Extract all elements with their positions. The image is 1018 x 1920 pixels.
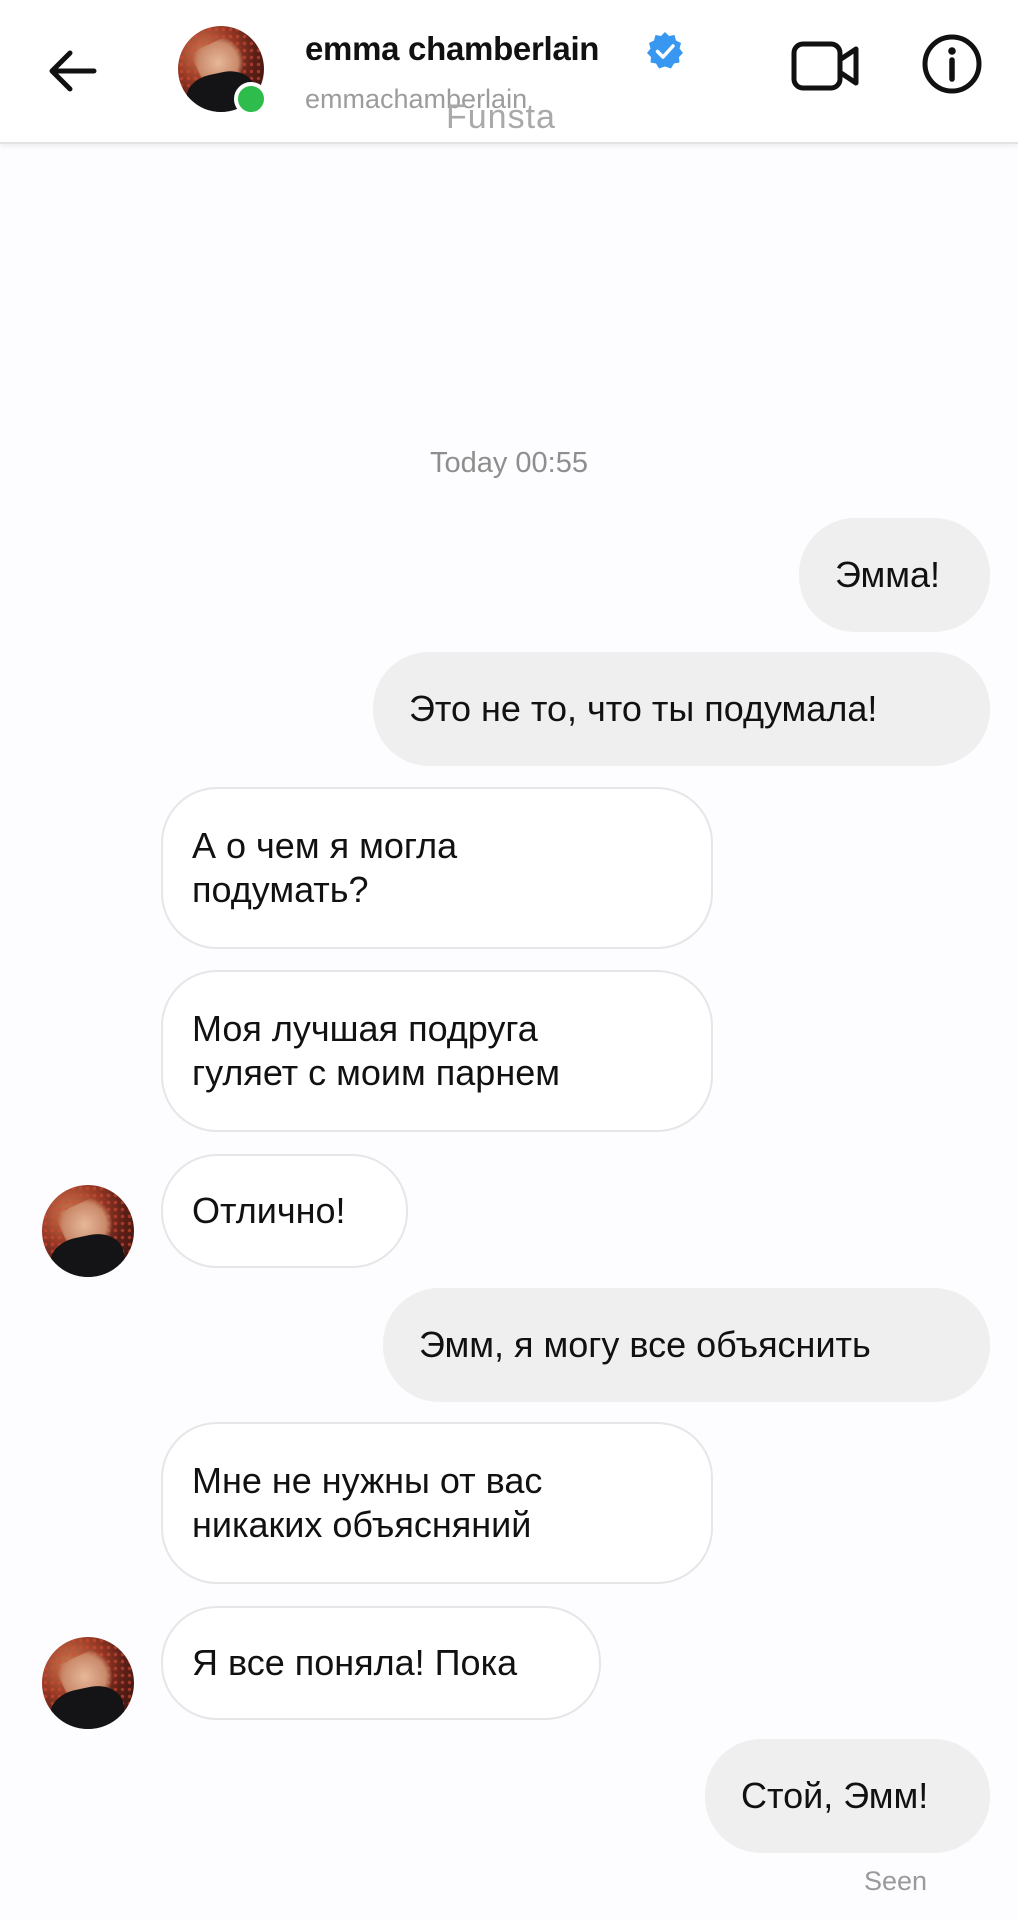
- sent-message[interactable]: Стой, Эмм!: [705, 1739, 990, 1853]
- chat-header: emma chamberlain emmachamberlain Funsta: [0, 0, 1018, 144]
- message-text: Я все поняла! Пока: [192, 1642, 518, 1683]
- received-message[interactable]: Мне не нужны от вас никаких объясняний: [161, 1422, 713, 1584]
- message-text: Отлично!: [192, 1190, 346, 1231]
- message-line: Мне не нужны от вас: [192, 1460, 543, 1501]
- sent-message[interactable]: Это не то, что ты подумала!: [373, 652, 990, 766]
- message-text: Эмм, я могу все объяснить: [419, 1324, 871, 1365]
- received-message[interactable]: А о чем я могла подумать?: [161, 787, 713, 949]
- message-line: Моя лучшая подруга: [192, 1008, 538, 1049]
- message-text: Стой, Эмм!: [741, 1775, 929, 1816]
- received-message[interactable]: Отлично!: [161, 1154, 408, 1268]
- received-message[interactable]: Моя лучшая подруга гуляет с моим парнем: [161, 970, 713, 1132]
- message-text: Это не то, что ты подумала!: [409, 688, 878, 729]
- contact-name[interactable]: emma chamberlain: [305, 30, 599, 68]
- sent-message[interactable]: Эмма!: [799, 518, 990, 632]
- received-message[interactable]: Я все поняла! Пока: [161, 1606, 601, 1720]
- verified-badge-icon: [647, 32, 683, 69]
- seen-indicator: Seen: [864, 1866, 928, 1896]
- online-status-dot: [234, 82, 268, 116]
- message-line: подумать?: [192, 869, 369, 910]
- message-line: никаких объясняний: [192, 1504, 532, 1545]
- sender-avatar[interactable]: [42, 1637, 134, 1729]
- message-line: А о чем я могла: [192, 825, 458, 866]
- sent-message[interactable]: Эмм, я могу все объяснить: [383, 1288, 990, 1402]
- video-call-icon[interactable]: [790, 38, 862, 94]
- message-line: гуляет с моим парнем: [192, 1052, 560, 1093]
- message-text: Эмма!: [835, 554, 940, 595]
- chat-timestamp: Today 00:55: [429, 447, 588, 479]
- info-icon[interactable]: [920, 32, 984, 96]
- watermark-text: Funsta: [446, 98, 556, 136]
- back-arrow-icon[interactable]: [40, 38, 106, 104]
- sender-avatar[interactable]: [42, 1185, 134, 1277]
